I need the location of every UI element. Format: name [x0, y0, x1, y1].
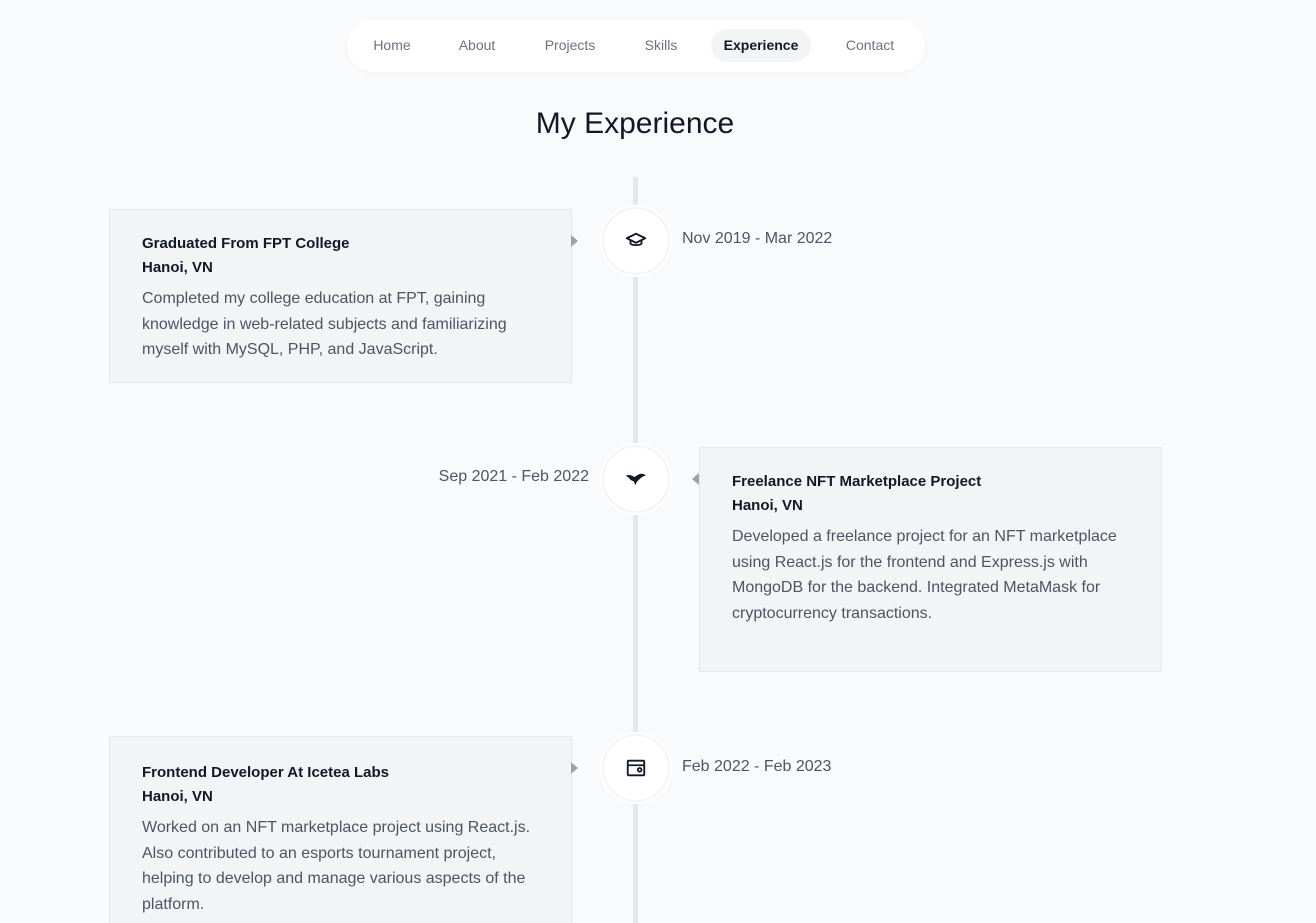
timeline-date: Nov 2019 - Mar 2022 [682, 230, 833, 247]
timeline-card: Graduated From FPT College Hanoi, VN Com… [109, 209, 572, 383]
card-description: Completed my college education at FPT, g… [142, 290, 507, 358]
graduation-cap-icon [602, 207, 670, 275]
nav-contact[interactable]: Contact [832, 29, 908, 62]
card-pointer [571, 762, 578, 774]
card-location: Hanoi, VN [732, 497, 803, 514]
card-title: Freelance NFT Marketplace Project [732, 473, 982, 490]
timeline-date: Feb 2022 - Feb 2023 [682, 758, 832, 775]
card-location: Hanoi, VN [142, 788, 213, 805]
wallet-icon [602, 734, 670, 802]
timeline-date: Sep 2021 - Feb 2022 [438, 468, 589, 485]
card-description: Worked on an NFT marketplace project usi… [142, 819, 531, 913]
nav-skills[interactable]: Skills [631, 29, 691, 62]
card-pointer [692, 473, 699, 485]
card-title: Frontend Developer At Icetea Labs [142, 764, 390, 781]
timeline-card: Freelance NFT Marketplace Project Hanoi,… [699, 447, 1162, 672]
page-title: My Experience [535, 107, 735, 140]
card-description: Developed a freelance project for an NFT… [732, 528, 1117, 622]
experience-page: Home About Projects Skills Experience Co… [0, 0, 1316, 923]
nav-experience[interactable]: Experience [711, 29, 811, 62]
timeline-card: Frontend Developer At Icetea Labs Hanoi,… [109, 736, 572, 923]
card-location: Hanoi, VN [142, 259, 213, 276]
card-title: Graduated From FPT College [142, 235, 350, 252]
card-pointer [571, 235, 578, 247]
timeline-line [633, 177, 638, 923]
top-nav: Home About Projects Skills Experience Co… [347, 20, 925, 72]
nav-home[interactable]: Home [361, 29, 423, 62]
nav-about[interactable]: About [445, 29, 509, 62]
hummingbird-icon [602, 445, 670, 513]
nav-projects[interactable]: Projects [530, 29, 610, 62]
